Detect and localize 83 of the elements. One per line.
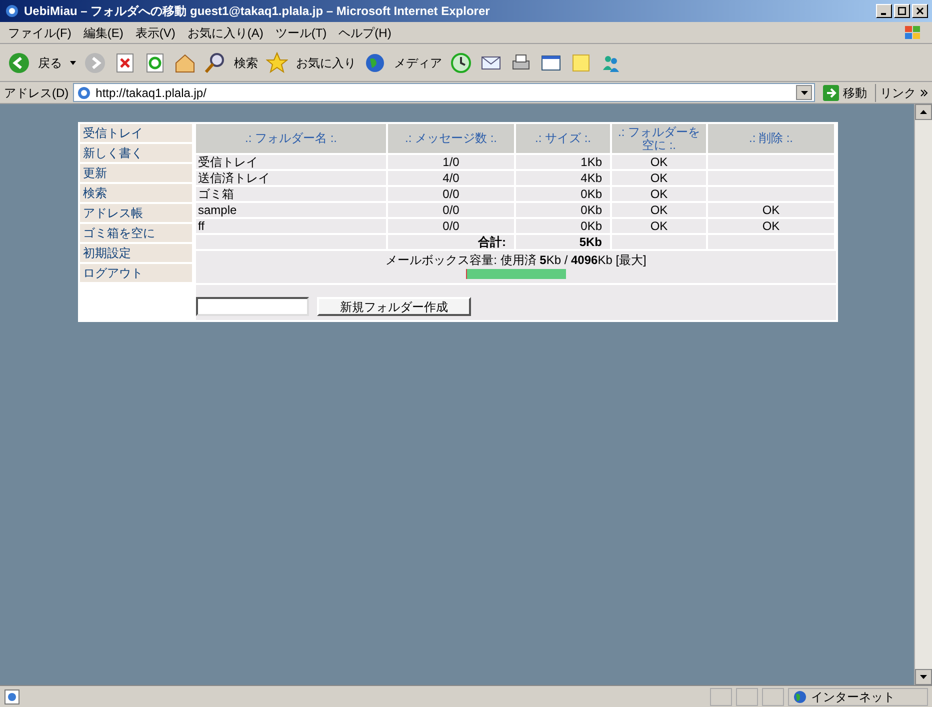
column-header: .: 削除 :. (708, 124, 836, 155)
window-title: UebiMiau – フォルダへの移動 guest1@takaq1.plala.jp – Microsoft Internet Explorer (24, 3, 490, 20)
menu-item[interactable]: ファイル(F) (8, 24, 72, 42)
menu-item[interactable]: 表示(V) (135, 24, 176, 42)
caret-icon[interactable] (70, 60, 76, 64)
status-pane (710, 688, 732, 706)
scrollbar[interactable] (914, 104, 932, 685)
table-cell: 1/0 (388, 155, 516, 171)
page-icon (76, 84, 92, 100)
table-cell: 送信済トレイ (196, 171, 388, 187)
down-arrow-icon[interactable] (920, 675, 927, 679)
sidebar-item[interactable]: ゴミ箱を空に (80, 224, 192, 242)
sidebar-item[interactable]: アドレス帳 (80, 204, 192, 222)
table-cell: ff (196, 219, 388, 235)
status-pane (736, 688, 758, 706)
zone-text: インターネット (811, 688, 895, 706)
table-cell: 0Kb (516, 187, 612, 203)
menu-item[interactable]: ツール(T) (275, 24, 327, 42)
column-header: .: フォルダー名 :. (196, 124, 388, 155)
sidebar-item[interactable]: 新しく書く (80, 144, 192, 162)
table-cell: 4Kb (516, 171, 612, 187)
browser-icon (4, 3, 20, 19)
globe-icon[interactable] (364, 52, 386, 74)
table-cell: 1Kb (516, 155, 612, 171)
new-folder-button[interactable]: 新規フォルダー作成 (317, 297, 471, 316)
minimize-button[interactable] (876, 4, 892, 18)
back-button[interactable]: 戻る (38, 54, 62, 72)
table-cell: sample (196, 203, 388, 219)
sidebar-item[interactable]: 初期設定 (80, 244, 192, 262)
empty-folder-link[interactable]: OK (612, 155, 708, 171)
total-size: 5Kb (516, 235, 612, 251)
table-cell: 0/0 (388, 203, 516, 219)
close-icon (916, 7, 924, 15)
sidebar-item[interactable]: 検索 (80, 184, 192, 202)
page-icon (4, 688, 20, 704)
column-header: .: サイズ :. (516, 124, 612, 155)
close-button[interactable] (912, 4, 928, 18)
table-cell: ゴミ箱 (196, 187, 388, 203)
dropdown-arrow-icon[interactable] (800, 90, 808, 94)
address-text: http://takaq1.plala.jp/ (96, 84, 206, 102)
address-label: アドレス(D) (4, 84, 69, 102)
history-icon[interactable] (450, 52, 472, 74)
go-button[interactable]: 移動 (819, 84, 871, 102)
media-button[interactable]: メディア (394, 54, 442, 72)
refresh-icon[interactable] (144, 52, 166, 74)
column-header: .: メッセージ数 :. (388, 124, 516, 155)
up-arrow-icon[interactable] (920, 110, 927, 114)
empty-folder-link[interactable]: OK (612, 171, 708, 187)
sidebar-item[interactable]: 受信トレイ (80, 124, 192, 142)
table-cell: 0Kb (516, 219, 612, 235)
folder-name-field[interactable] (196, 297, 309, 316)
menu-item[interactable]: 編集(E) (83, 24, 124, 42)
menu-item[interactable]: お気に入り(A) (187, 24, 264, 42)
maximize-icon (898, 7, 906, 15)
address-field[interactable]: http://takaq1.plala.jp/ (72, 83, 815, 102)
globe-icon (793, 690, 807, 704)
star-icon[interactable] (266, 52, 288, 74)
total-label: 合計: (388, 235, 516, 251)
table-cell: 0/0 (388, 219, 516, 235)
empty-folder-link[interactable]: OK (612, 219, 708, 235)
delete-link[interactable]: OK (708, 203, 836, 219)
home-icon[interactable] (174, 52, 196, 74)
stop-icon[interactable] (114, 52, 136, 74)
status-pane (762, 688, 784, 706)
maximize-button[interactable] (894, 4, 910, 18)
search-button[interactable]: 検索 (234, 54, 258, 72)
table-cell: 4/0 (388, 171, 516, 187)
column-header: .: フォルダーを空に :. (612, 124, 708, 155)
menu-item[interactable]: ヘルプ(H) (338, 24, 392, 42)
table-cell: 受信トレイ (196, 155, 388, 171)
links-button[interactable]: リンク (875, 84, 916, 102)
arrow-icon (823, 84, 839, 100)
sidebar-item[interactable]: 更新 (80, 164, 192, 182)
empty-folder-link[interactable]: OK (612, 203, 708, 219)
delete-link[interactable]: OK (708, 219, 836, 235)
quota-text: メールボックス容量: 使用済 5Kb / 4096Kb [最大] (386, 252, 646, 269)
empty-folder-link[interactable]: OK (612, 187, 708, 203)
search-icon[interactable] (204, 52, 226, 74)
favorites-button[interactable]: お気に入り (296, 54, 356, 72)
sidebar-item[interactable]: ログアウト (80, 264, 192, 282)
chevron-icon[interactable] (920, 88, 928, 96)
table-cell: 0Kb (516, 203, 612, 219)
table-cell: 0/0 (388, 187, 516, 203)
